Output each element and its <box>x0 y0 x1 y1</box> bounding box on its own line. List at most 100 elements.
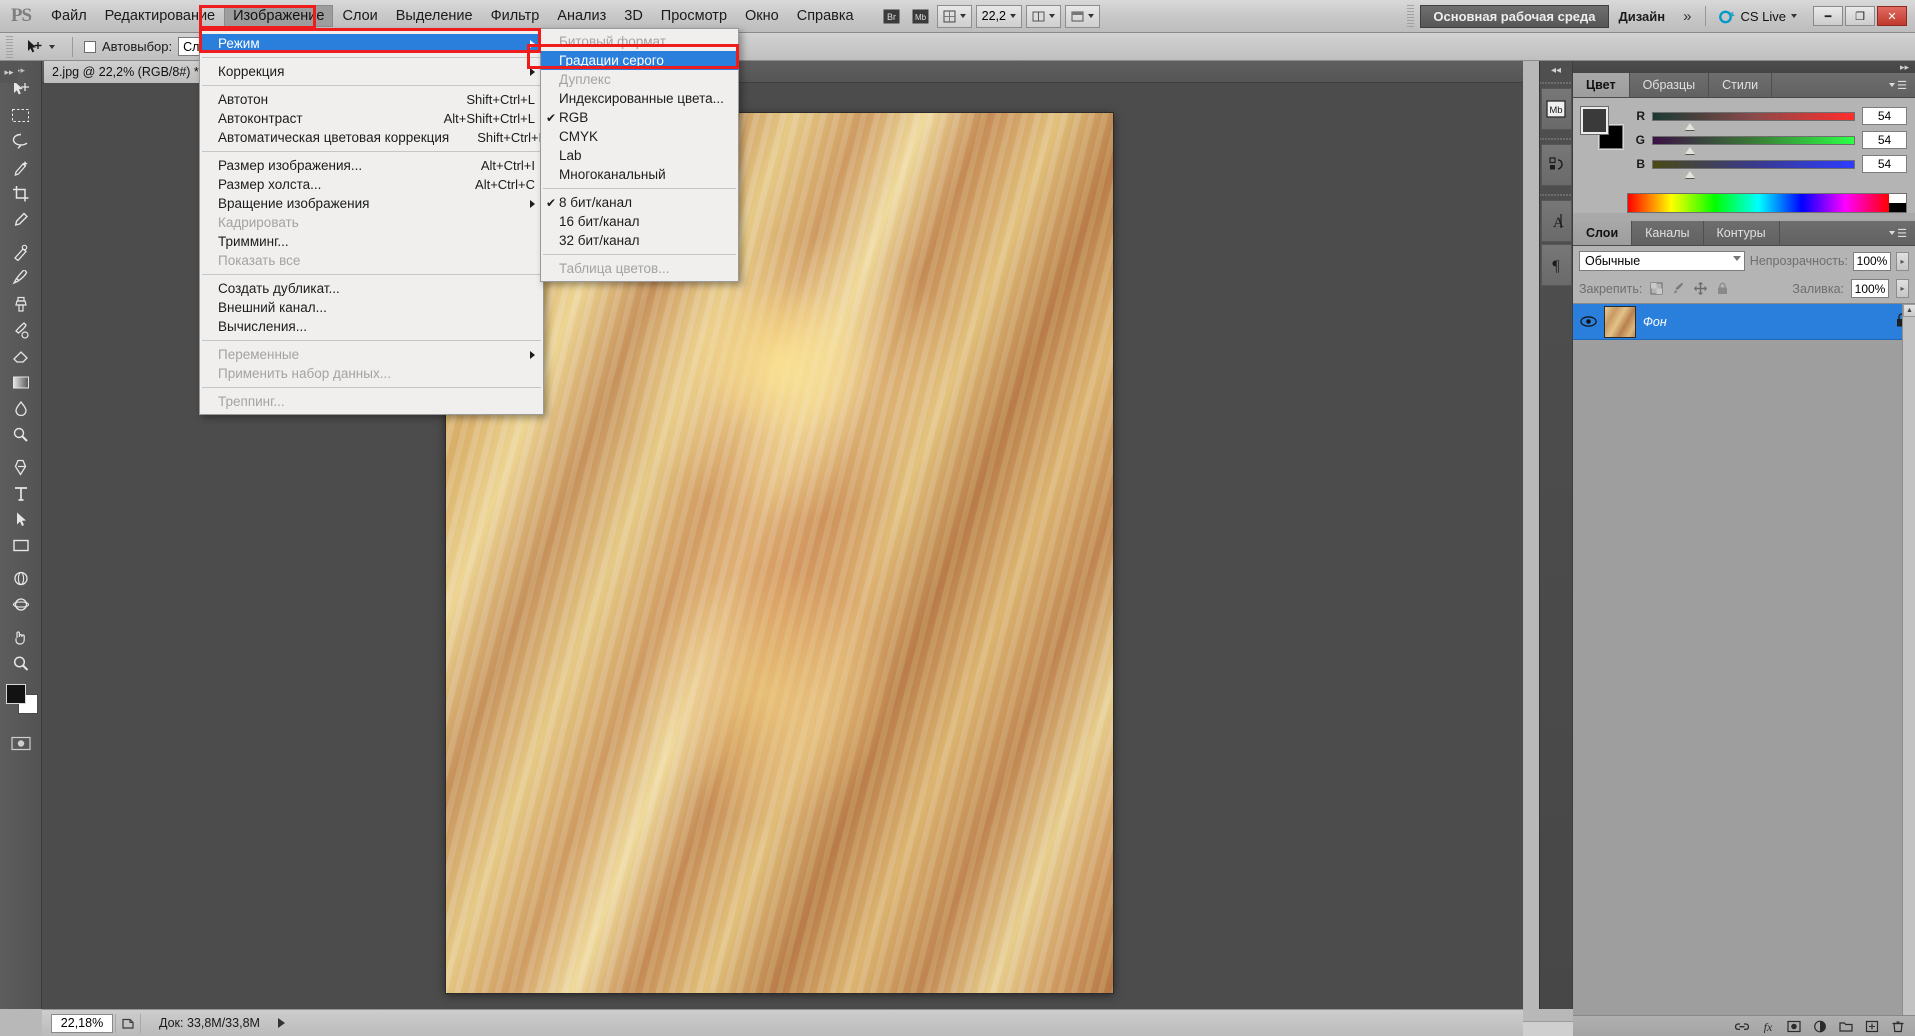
color-spectrum-ramp[interactable] <box>1627 193 1907 213</box>
crop-tool-icon[interactable] <box>2 180 40 206</box>
layer-thumbnail[interactable] <box>1604 305 1636 338</box>
foreground-color-swatch[interactable] <box>5 684 26 704</box>
clone-stamp-icon[interactable] <box>2 291 40 317</box>
menu-1[interactable]: Редактирование <box>96 5 224 27</box>
rail-collapse-icon[interactable]: ◂◂ <box>1540 61 1572 79</box>
dodge-tool-icon[interactable] <box>2 421 40 447</box>
zoom-level-dropdown[interactable]: 22,2 <box>975 4 1022 28</box>
status-menu-icon[interactable] <box>277 1018 285 1028</box>
mini-bridge-icon[interactable]: Mb <box>907 5 934 28</box>
type-tool-icon[interactable] <box>2 480 40 506</box>
minimize-button[interactable]: ━ <box>1813 6 1843 26</box>
tab-paths[interactable]: Контуры <box>1704 221 1780 245</box>
menu-3[interactable]: Слои <box>333 5 386 27</box>
eye-icon[interactable] <box>1579 313 1597 331</box>
tab-styles[interactable]: Стили <box>1709 73 1773 97</box>
tab-channels[interactable]: Каналы <box>1632 221 1704 245</box>
fill-value[interactable]: 100% <box>1851 279 1889 298</box>
layer-mask-icon[interactable] <box>1787 1020 1801 1036</box>
gradient-tool-icon[interactable] <box>2 369 40 395</box>
menu-9[interactable]: Окно <box>736 5 788 27</box>
opacity-value[interactable]: 100% <box>1853 251 1891 271</box>
marquee-tool-icon[interactable] <box>2 102 40 128</box>
brush-tool-icon[interactable] <box>2 265 40 291</box>
lock-position-icon[interactable] <box>1693 281 1708 296</box>
mini-bridge-icon[interactable]: Mb <box>1540 88 1572 130</box>
menu-item-7[interactable]: Многоканальный <box>541 165 738 184</box>
layer-list[interactable]: Фон ▲ <box>1573 303 1915 1015</box>
menu-item-8[interactable]: Размер изображения... Alt+Ctrl+I <box>200 156 543 175</box>
menu-10[interactable]: Справка <box>788 5 863 27</box>
lock-pixels-icon[interactable] <box>1671 281 1686 296</box>
tab-color[interactable]: Цвет <box>1573 73 1630 97</box>
adjustment-layer-icon[interactable] <box>1813 1020 1827 1036</box>
3d-orbit-icon[interactable] <box>2 591 40 617</box>
layer-style-icon[interactable]: fx <box>1761 1020 1775 1036</box>
hand-tool-icon[interactable] <box>2 624 40 650</box>
bridge-icon[interactable]: Br <box>878 5 905 28</box>
color-panel-menu-icon[interactable]: ☰ <box>1881 73 1915 97</box>
cs-live-button[interactable]: CS Live <box>1712 8 1803 25</box>
menu-item-1[interactable]: Градации серого <box>541 51 738 70</box>
zoom-tool-icon[interactable] <box>2 650 40 676</box>
autoselect-checkbox[interactable] <box>84 40 96 53</box>
lock-all-icon[interactable] <box>1715 281 1730 296</box>
mode-submenu-dropdown[interactable]: Битовый формат Градации серого Дуплекс Инде… <box>540 28 739 282</box>
menu-item-5[interactable]: CMYK <box>541 127 738 146</box>
menu-5[interactable]: Фильтр <box>482 5 549 27</box>
workspace-design-button[interactable]: Дизайн <box>1609 5 1676 28</box>
arrange-documents-dropdown[interactable] <box>1025 4 1061 28</box>
menu-item-4[interactable]: Автотон Shift+Ctrl+L <box>200 90 543 109</box>
menu-0[interactable]: Файл <box>42 5 96 27</box>
workspace-more-icon[interactable]: » <box>1675 8 1699 25</box>
blend-mode-select[interactable]: Обычные <box>1579 251 1745 271</box>
channel-value-g[interactable]: 54 <box>1862 131 1907 149</box>
scroll-up-icon[interactable]: ▲ <box>1903 304 1915 317</box>
menu-2[interactable]: Изображение <box>224 5 334 27</box>
menu-7[interactable]: 3D <box>615 5 652 27</box>
channel-value-b[interactable]: 54 <box>1862 155 1907 173</box>
restore-button[interactable]: ❐ <box>1845 6 1875 26</box>
quick-select-tool-icon[interactable] <box>2 154 40 180</box>
path-select-icon[interactable] <box>2 506 40 532</box>
menu-item-3[interactable]: Индексированные цвета... <box>541 89 738 108</box>
menu-item-10[interactable]: Вращение изображения <box>200 194 543 213</box>
menu-item-5[interactable]: Автоконтраст Alt+Shift+Ctrl+L <box>200 109 543 128</box>
workspace-essentials-button[interactable]: Основная рабочая среда <box>1420 4 1609 28</box>
view-extras-dropdown[interactable] <box>936 4 972 28</box>
foreground-color-swatch[interactable] <box>1581 107 1608 134</box>
delete-layer-icon[interactable] <box>1891 1020 1905 1036</box>
link-layers-icon[interactable] <box>1734 1020 1750 1036</box>
image-menu-dropdown[interactable]: Режим Коррекция Автотон Shift+Ctrl+L Автокон… <box>199 30 547 415</box>
color-swatches[interactable] <box>2 682 40 716</box>
menu-item-6[interactable]: Lab <box>541 146 738 165</box>
layers-scrollbar[interactable]: ▲ <box>1902 304 1915 1015</box>
quick-mask-icon[interactable] <box>2 730 40 756</box>
menu-item-16[interactable]: Внешний канал... <box>200 298 543 317</box>
menu-item-12[interactable]: Тримминг... <box>200 232 543 251</box>
dock-expand-arrow[interactable]: ▸▸ <box>0 61 18 83</box>
slider-track-r[interactable] <box>1652 111 1855 130</box>
history-icon[interactable] <box>1540 144 1572 186</box>
menu-item-11[interactable]: 32 бит/канал <box>541 231 738 250</box>
tab-layers[interactable]: Слои <box>1573 221 1633 245</box>
menu-item-9[interactable]: ✔ 8 бит/канал <box>541 193 738 212</box>
color-panel-swatches[interactable] <box>1581 107 1623 149</box>
slider-track-g[interactable] <box>1652 135 1855 154</box>
table-row[interactable]: Фон <box>1573 304 1915 340</box>
slider-track-b[interactable] <box>1652 159 1855 178</box>
menu-6[interactable]: Анализ <box>548 5 615 27</box>
menu-item-6[interactable]: Автоматическая цветовая коррекция Shift+C… <box>200 128 547 147</box>
spectrum-strip[interactable] <box>1628 194 1889 212</box>
shape-tool-icon[interactable] <box>2 532 40 558</box>
layers-panel-menu-icon[interactable]: ☰ <box>1881 221 1915 245</box>
eraser-tool-icon[interactable] <box>2 343 40 369</box>
document-info-icon[interactable] <box>115 1013 141 1033</box>
3d-rotate-icon[interactable] <box>2 565 40 591</box>
blur-tool-icon[interactable] <box>2 395 40 421</box>
options-bar-grip[interactable] <box>6 35 13 58</box>
menu-4[interactable]: Выделение <box>387 5 482 27</box>
screen-mode-dropdown[interactable] <box>1064 4 1100 28</box>
menu-item-2[interactable]: Коррекция <box>200 62 543 81</box>
new-layer-icon[interactable] <box>1865 1020 1879 1036</box>
